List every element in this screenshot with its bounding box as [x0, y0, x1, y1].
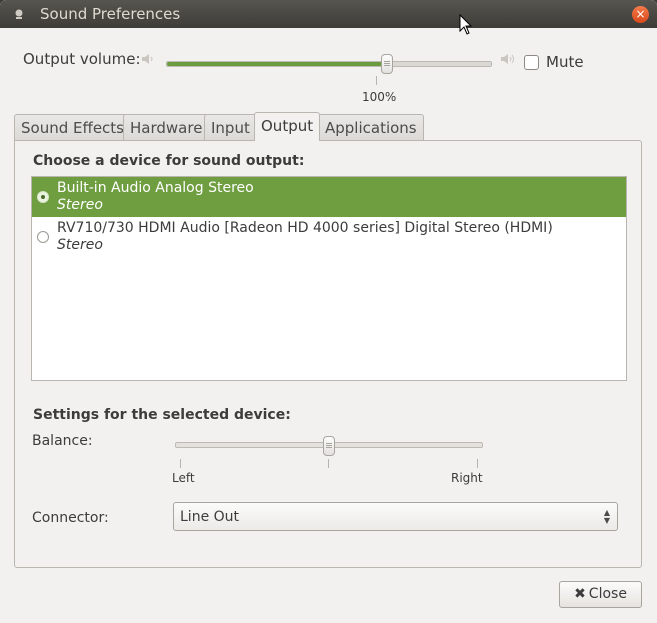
output-volume-fill	[167, 62, 387, 66]
tab-hardware[interactable]: Hardware	[123, 114, 210, 140]
close-x-icon: ✖	[574, 586, 586, 602]
settings-heading: Settings for the selected device:	[33, 407, 291, 423]
sound-preferences-window: Sound Preferences × Output volume: 100% …	[0, 0, 657, 623]
balance-left-tick	[180, 459, 181, 468]
mute-label[interactable]: Mute	[546, 53, 584, 71]
window-title: Sound Preferences	[40, 5, 181, 23]
device-name: RV710/730 HDMI Audio [Radeon HD 4000 ser…	[57, 220, 553, 236]
tab-input[interactable]: Input	[204, 114, 257, 140]
device-radio-hdmi[interactable]	[37, 231, 49, 243]
output-device-list[interactable]: Built-in Audio Analog Stereo Stereo RV71…	[31, 176, 627, 381]
balance-knob[interactable]	[323, 436, 335, 456]
output-volume-slider[interactable]	[166, 61, 492, 67]
balance-right-tick	[477, 459, 478, 468]
window-close-button[interactable]: ×	[632, 6, 649, 23]
tab-applications[interactable]: Applications	[318, 114, 424, 140]
device-profile: Stereo	[57, 197, 103, 213]
output-volume-value: 100%	[362, 90, 397, 104]
speaker-app-icon	[15, 9, 23, 19]
close-button[interactable]: ✖ Close	[559, 581, 642, 608]
balance-left-label: Left	[172, 471, 195, 485]
mouse-pointer-icon	[459, 14, 473, 35]
balance-center-tick	[328, 459, 329, 468]
device-row-builtin-analog[interactable]: Built-in Audio Analog Stereo Stereo	[32, 177, 626, 217]
connector-label: Connector:	[32, 510, 109, 526]
device-row-hdmi[interactable]: RV710/730 HDMI Audio [Radeon HD 4000 ser…	[32, 217, 626, 257]
tab-sound-effects[interactable]: Sound Effects	[14, 114, 131, 140]
speaker-high-icon	[501, 54, 514, 64]
tab-output[interactable]: Output	[254, 112, 321, 141]
device-name: Built-in Audio Analog Stereo	[57, 180, 254, 196]
output-volume-label: Output volume:	[23, 50, 141, 68]
connector-value: Line Out	[180, 509, 240, 525]
title-bar[interactable]: Sound Preferences ×	[0, 0, 657, 28]
volume-100-tick	[376, 76, 377, 85]
speaker-low-icon	[142, 54, 153, 64]
device-profile: Stereo	[57, 237, 103, 253]
close-button-label: Close	[588, 586, 627, 602]
updown-arrows-icon: ▲ ▼	[603, 508, 610, 525]
choose-device-heading: Choose a device for sound output:	[33, 153, 305, 169]
connector-select[interactable]: Line Out ▲ ▼	[173, 502, 618, 531]
output-volume-knob[interactable]	[381, 54, 393, 74]
balance-label: Balance:	[32, 433, 93, 449]
device-radio-builtin[interactable]	[37, 191, 49, 203]
mute-checkbox[interactable]	[524, 55, 539, 70]
balance-right-label: Right	[451, 471, 483, 485]
